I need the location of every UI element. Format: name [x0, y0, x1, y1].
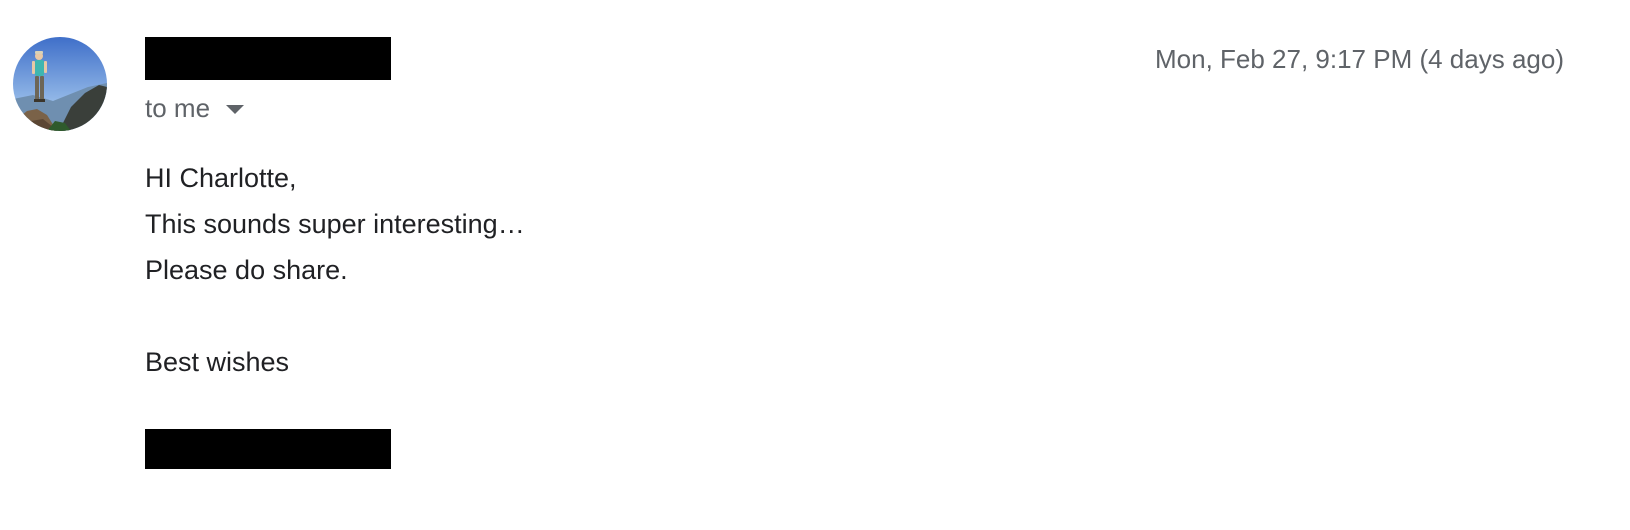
body-greeting: HI Charlotte,	[145, 163, 297, 193]
body-spacer	[145, 293, 525, 339]
recipient-label: to me	[145, 92, 211, 123]
body-closing: Best wishes	[145, 347, 290, 377]
body-line: Please do share.	[145, 255, 348, 285]
sender-name-redaction	[145, 37, 391, 80]
avatar-photo-hiker-mountain	[13, 37, 107, 131]
body-line: This sounds super interesting…	[145, 209, 525, 239]
message-timestamp: Mon, Feb 27, 9:17 PM (4 days ago)	[1155, 44, 1564, 74]
chevron-down-icon[interactable]	[226, 105, 245, 114]
message-body: HI Charlotte, This sounds super interest…	[145, 155, 525, 385]
sender-avatar[interactable]	[13, 37, 107, 131]
recipient-details-toggle[interactable]: to me	[145, 92, 245, 124]
email-message: to me Mon, Feb 27, 9:17 PM (4 days ago) …	[0, 0, 1630, 530]
signature-redaction	[145, 429, 391, 469]
